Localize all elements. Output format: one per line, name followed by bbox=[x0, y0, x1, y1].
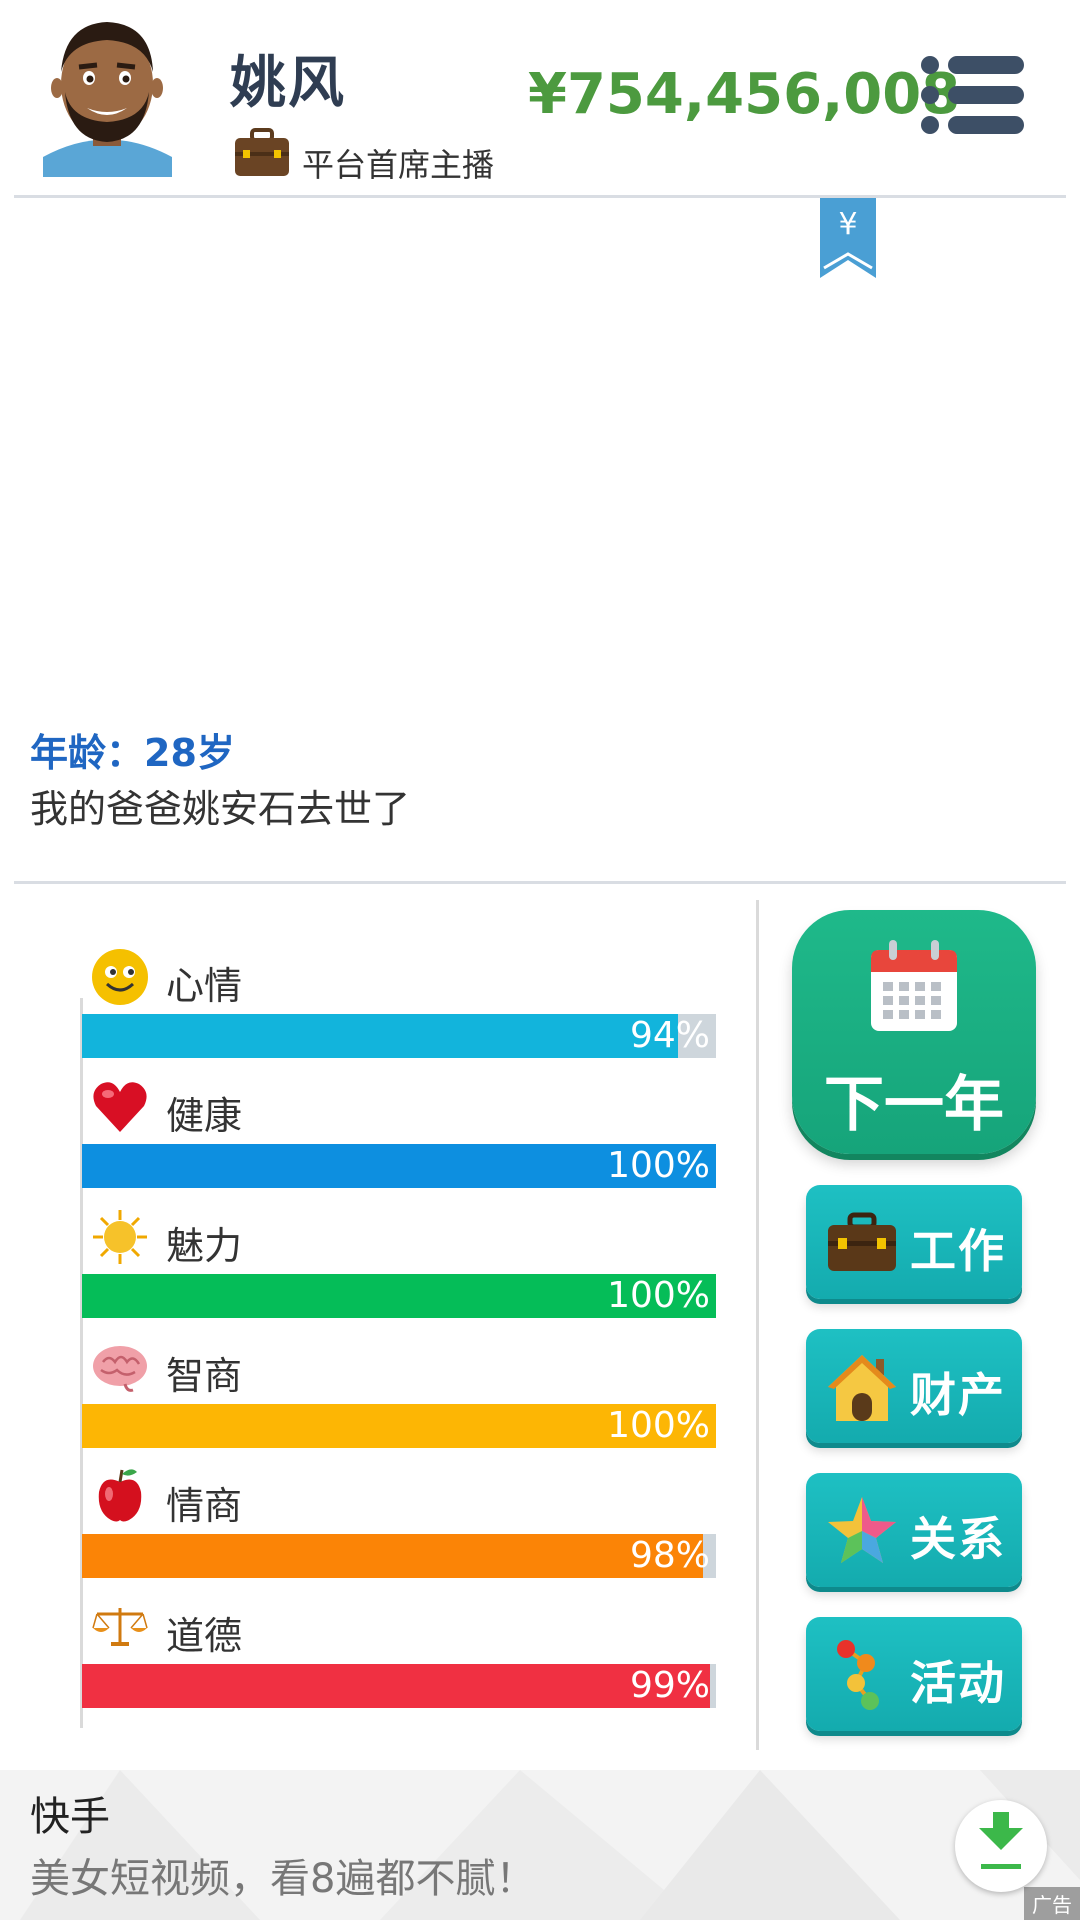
stat-percent-charm: 100% bbox=[607, 1275, 710, 1316]
stat-bar-morality: 99% bbox=[82, 1664, 716, 1708]
relations-button[interactable]: 关系 bbox=[806, 1473, 1022, 1587]
apple-icon bbox=[91, 1466, 149, 1524]
scales-icon bbox=[91, 1596, 149, 1654]
yen-bookmark-icon[interactable]: ¥ bbox=[820, 198, 876, 278]
activities-button[interactable]: 活动 bbox=[806, 1617, 1022, 1731]
download-icon[interactable] bbox=[955, 1800, 1047, 1892]
activities-label: 活动 bbox=[910, 1656, 1006, 1710]
stat-bar-mood: 94% bbox=[82, 1014, 716, 1058]
sun-icon bbox=[91, 1208, 149, 1266]
house-icon bbox=[826, 1351, 898, 1423]
stat-label-eq: 情商 bbox=[166, 1484, 243, 1528]
stat-fill-morality bbox=[82, 1664, 710, 1708]
stat-label-mood: 心情 bbox=[166, 964, 243, 1008]
star-icon bbox=[826, 1495, 898, 1567]
briefcase-icon bbox=[826, 1207, 898, 1279]
assets-button[interactable]: 财产 bbox=[806, 1329, 1022, 1443]
log-divider bbox=[14, 881, 1066, 884]
stat-label-health: 健康 bbox=[166, 1094, 243, 1138]
ad-text: 美女短视频，看8遍都不腻！ bbox=[30, 1856, 536, 1902]
svg-text:¥: ¥ bbox=[838, 207, 857, 242]
player-avatar bbox=[35, 12, 180, 177]
work-label: 工作 bbox=[910, 1224, 1006, 1278]
age-label: 年龄：28岁 bbox=[30, 731, 235, 775]
money-balance: ¥754,456,008 bbox=[528, 62, 961, 127]
stats-axis-line bbox=[80, 998, 83, 1728]
activity-dots-icon bbox=[826, 1639, 898, 1711]
event-text: 我的爸爸姚安石去世了 bbox=[30, 787, 411, 831]
stat-percent-morality: 99% bbox=[629, 1665, 710, 1706]
ad-banner[interactable]: 快手 美女短视频，看8遍都不腻！ 广告 bbox=[0, 1770, 1080, 1920]
ad-title: 快手 bbox=[30, 1794, 110, 1840]
next-year-label: 下一年 bbox=[824, 1070, 1004, 1140]
stat-label-charm: 魅力 bbox=[166, 1224, 243, 1268]
brain-icon bbox=[91, 1338, 149, 1396]
stat-bar-iq: 100% bbox=[82, 1404, 716, 1448]
ad-tag: 广告 bbox=[1024, 1887, 1080, 1920]
stat-label-morality: 道德 bbox=[166, 1614, 243, 1658]
heart-icon bbox=[91, 1078, 149, 1136]
calendar-icon bbox=[869, 938, 959, 1033]
header-divider bbox=[14, 195, 1066, 198]
briefcase-icon bbox=[233, 128, 291, 178]
smiley-icon bbox=[91, 948, 149, 1006]
stat-bar-eq: 98% bbox=[82, 1534, 716, 1578]
stat-percent-iq: 100% bbox=[607, 1405, 710, 1446]
relations-label: 关系 bbox=[910, 1512, 1006, 1566]
stat-fill-eq bbox=[82, 1534, 704, 1578]
stat-bar-charm: 100% bbox=[82, 1274, 716, 1318]
stat-percent-mood: 94% bbox=[629, 1015, 710, 1056]
stat-percent-health: 100% bbox=[607, 1145, 710, 1186]
player-name: 姚风 bbox=[230, 51, 346, 116]
job-title: 平台首席主播 bbox=[302, 146, 495, 184]
stat-label-iq: 智商 bbox=[166, 1354, 243, 1398]
next-year-button[interactable]: 下一年 bbox=[792, 910, 1036, 1154]
stat-percent-eq: 98% bbox=[629, 1535, 710, 1576]
work-button[interactable]: 工作 bbox=[806, 1185, 1022, 1299]
panel-separator bbox=[756, 900, 759, 1750]
stat-bar-health: 100% bbox=[82, 1144, 716, 1188]
menu-icon[interactable] bbox=[920, 55, 1025, 135]
stat-fill-mood bbox=[82, 1014, 678, 1058]
assets-label: 财产 bbox=[910, 1368, 1006, 1422]
